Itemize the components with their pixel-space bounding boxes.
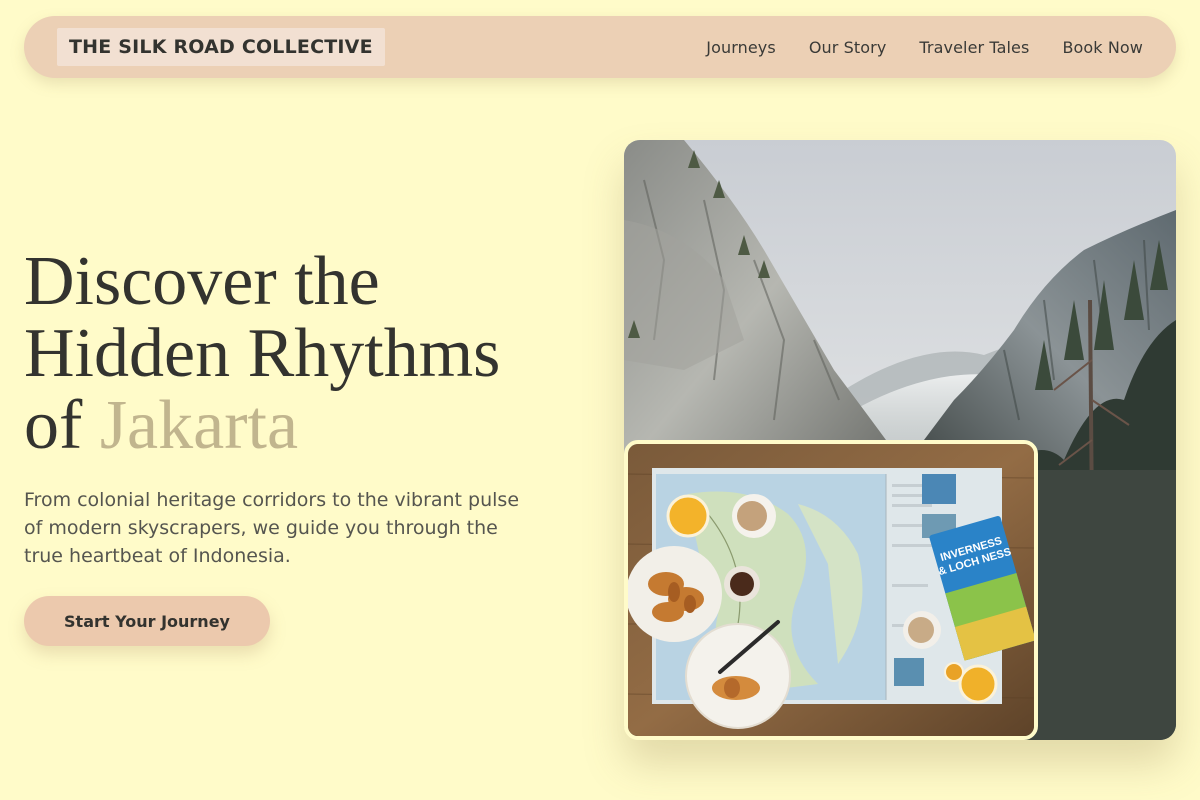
top-navbar: THE SILK ROAD COLLECTIVE Journeys Our St… — [24, 16, 1176, 78]
hero-title-line1: Discover the — [24, 243, 380, 320]
hero-subtitle: From colonial heritage corridors to the … — [24, 489, 520, 567]
nav-link-traveler-tales[interactable]: Traveler Tales — [919, 38, 1029, 57]
nav-link-journeys[interactable]: Journeys — [706, 38, 776, 57]
start-journey-button[interactable]: Start Your Journey — [24, 596, 270, 646]
travel-map-breakfast-photo: INVERNESS & LOCH NESS — [624, 440, 1038, 740]
hero-title: Discover the Hidden Rhythms of Jakarta — [24, 246, 584, 462]
nav-links: Journeys Our Story Traveler Tales Book N… — [706, 38, 1143, 57]
brand-logo[interactable]: THE SILK ROAD COLLECTIVE — [57, 28, 385, 66]
nav-link-our-story[interactable]: Our Story — [809, 38, 887, 57]
hero-title-accent: Jakarta — [99, 387, 299, 464]
hero-title-line2: Hidden Rhythms — [24, 315, 501, 392]
hero-title-of: of — [24, 387, 83, 464]
nav-link-book-now[interactable]: Book Now — [1062, 38, 1143, 57]
